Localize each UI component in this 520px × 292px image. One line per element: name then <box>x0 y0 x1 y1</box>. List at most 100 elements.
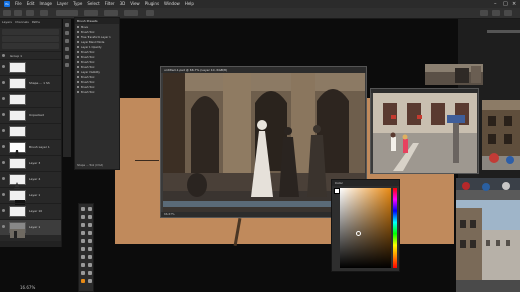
list-item[interactable]: Brush Tool <box>77 91 94 95</box>
blur-tool-icon[interactable] <box>81 255 85 259</box>
share-icon[interactable] <box>504 10 512 16</box>
visibility-eye-icon[interactable] <box>2 97 5 100</box>
lasso-tool-icon[interactable] <box>81 215 85 219</box>
color-picker-cursor[interactable] <box>356 231 361 236</box>
menu-plugins[interactable]: Plugins <box>145 0 159 8</box>
foreground-color-icon[interactable] <box>81 279 85 283</box>
city-reference-image[interactable] <box>456 200 520 292</box>
list-item[interactable]: Brush Tool <box>77 86 94 90</box>
layer-row-selected[interactable]: Layer 1 <box>0 219 61 238</box>
menu-select[interactable]: Select <box>87 0 99 8</box>
color-saturation-field[interactable] <box>340 188 391 268</box>
opacity-field[interactable] <box>84 10 98 16</box>
blend-mode-row[interactable] <box>2 36 59 42</box>
maximize-icon[interactable]: □ <box>503 1 508 7</box>
quick-select-tool-icon[interactable] <box>88 215 92 219</box>
list-item[interactable]: Layer Visibility <box>77 71 100 75</box>
list-item[interactable]: Brush Tool <box>77 31 94 35</box>
list-item[interactable]: Brush Tool <box>77 66 94 70</box>
layer-row[interactable]: Layer 4 <box>0 171 61 189</box>
menu-3d[interactable]: 3D <box>120 0 126 8</box>
list-item[interactable]: Brush Tool <box>77 51 94 55</box>
eraser-tool-icon[interactable] <box>81 247 85 251</box>
building-reference-image[interactable] <box>482 100 520 170</box>
flow-field[interactable] <box>104 10 118 16</box>
list-item[interactable]: Layer 1 Opacity <box>77 46 102 50</box>
list-item[interactable]: Free Transform Layer 1 <box>77 36 111 40</box>
menu-view[interactable]: View <box>130 0 140 8</box>
adjustments-icon[interactable] <box>65 63 69 67</box>
healing-tool-icon[interactable] <box>81 231 85 235</box>
visibility-eye-icon[interactable] <box>2 113 5 116</box>
visibility-eye-icon[interactable] <box>2 81 5 84</box>
history-brush-tool-icon[interactable] <box>88 239 92 243</box>
visibility-eye-icon[interactable] <box>2 193 5 196</box>
street-reference-image[interactable] <box>456 178 520 200</box>
hue-slider[interactable] <box>393 188 397 268</box>
layer-row[interactable]: Brush Layer 1 <box>0 139 61 157</box>
menu-filter[interactable]: Filter <box>105 0 115 8</box>
close-icon[interactable]: × <box>512 1 516 7</box>
menu-type[interactable]: Type <box>73 0 82 8</box>
scrollbar[interactable] <box>487 30 520 33</box>
tab-layers[interactable]: Layers <box>2 20 12 27</box>
pen-tool-icon[interactable] <box>81 263 85 267</box>
brush-size-icon[interactable] <box>26 10 34 16</box>
visibility-eye-icon[interactable] <box>2 225 5 228</box>
dodge-tool-icon[interactable] <box>88 255 92 259</box>
list-item[interactable]: Brush Tool <box>77 61 94 65</box>
eyedropper-tool-icon[interactable] <box>88 223 92 227</box>
menu-edit[interactable]: Edit <box>27 0 35 8</box>
menu-window[interactable]: Window <box>164 0 180 8</box>
reference-image-strip[interactable] <box>425 64 483 85</box>
path-select-tool-icon[interactable] <box>81 271 85 275</box>
layer-filter-row[interactable] <box>2 29 59 35</box>
properties-icon[interactable] <box>65 55 69 59</box>
layer-row[interactable] <box>0 91 61 107</box>
menu-image[interactable]: Image <box>39 0 52 8</box>
lock-row[interactable] <box>2 43 59 49</box>
layers-panel-footer[interactable] <box>0 241 61 247</box>
layer-row-group[interactable]: Group 1 <box>0 51 61 59</box>
brush-tool-icon[interactable] <box>88 231 92 235</box>
gradient-tool-icon[interactable] <box>88 247 92 251</box>
layer-row[interactable]: Shape ... 1 Sh <box>0 75 61 91</box>
shape-tool-icon[interactable] <box>88 271 92 275</box>
list-item[interactable]: Brush Tool <box>77 56 94 60</box>
history-icon[interactable] <box>65 23 69 27</box>
tab-paths[interactable]: Paths <box>32 20 40 27</box>
brush-settings-icon[interactable] <box>40 10 48 16</box>
clone-stamp-tool-icon[interactable] <box>81 239 85 243</box>
visibility-eye-icon[interactable] <box>2 65 5 68</box>
list-item[interactable]: Brush Tool <box>77 81 94 85</box>
brush-tool-preset-icon[interactable] <box>14 10 22 16</box>
menu-file[interactable]: File <box>15 0 22 8</box>
home-icon[interactable] <box>3 10 11 16</box>
photo-reference-window[interactable] <box>370 88 479 174</box>
type-tool-icon[interactable] <box>88 263 92 267</box>
visibility-eye-icon[interactable] <box>2 54 5 57</box>
search-icon[interactable] <box>480 10 488 16</box>
layer-row[interactable] <box>0 123 61 139</box>
move-tool-icon[interactable] <box>81 207 85 211</box>
tab-channels[interactable]: Channels <box>15 20 29 27</box>
workspace-icon[interactable] <box>492 10 500 16</box>
swatches-icon[interactable] <box>65 47 69 51</box>
layer-row[interactable] <box>0 59 61 75</box>
mode-dropdown[interactable] <box>56 10 78 16</box>
visibility-eye-icon[interactable] <box>2 129 5 132</box>
visibility-eye-icon[interactable] <box>2 145 5 148</box>
visibility-eye-icon[interactable] <box>2 161 5 164</box>
settings-gear-icon[interactable] <box>146 10 154 16</box>
smoothing-field[interactable] <box>124 10 138 16</box>
menu-layer[interactable]: Layer <box>57 0 68 8</box>
actions-icon[interactable] <box>65 31 69 35</box>
minimize-icon[interactable]: – <box>494 1 497 7</box>
menu-help[interactable]: Help <box>185 0 194 8</box>
crop-tool-icon[interactable] <box>81 223 85 227</box>
marquee-tool-icon[interactable] <box>88 207 92 211</box>
layer-row[interactable]: Unpacked <box>0 107 61 123</box>
list-item[interactable]: Layer Blend Mode <box>77 41 104 45</box>
hand-tool-icon[interactable] <box>88 279 92 283</box>
layer-row[interactable]: Layer 3 <box>0 155 61 171</box>
